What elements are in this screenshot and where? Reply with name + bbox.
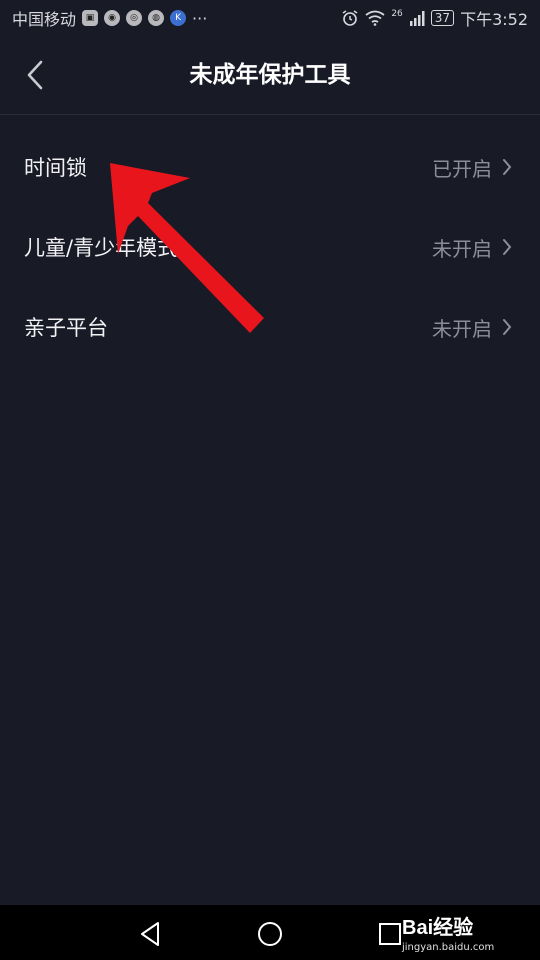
header: 未成年保护工具 bbox=[0, 36, 540, 115]
status-bar: 中国移动 ▣ ◉ ◎ ◍ K ··· 26 37 下午3:52 bbox=[0, 0, 540, 36]
chevron-right-icon bbox=[503, 319, 512, 335]
app-icon: K bbox=[170, 10, 187, 26]
music-icon: ◍ bbox=[148, 10, 165, 26]
network-type: 26 bbox=[391, 9, 403, 19]
signal-icon bbox=[409, 11, 425, 26]
status-right: 26 37 下午3:52 bbox=[341, 6, 528, 30]
weibo-icon: ◉ bbox=[104, 10, 121, 26]
more-notifications: ··· bbox=[192, 8, 208, 28]
menu-item-status: 已开启 bbox=[432, 156, 492, 181]
battery-icon: 37 bbox=[430, 10, 455, 26]
back-button[interactable] bbox=[20, 56, 50, 94]
home-circle-icon bbox=[258, 922, 282, 946]
back-triangle-icon bbox=[141, 922, 159, 946]
notification-app-icon: ▣ bbox=[82, 10, 99, 26]
system-nav-bar: Bai经验 jingyan.baidu.com bbox=[0, 905, 540, 960]
wifi-icon bbox=[365, 10, 385, 26]
menu-item-right: 未开启 bbox=[432, 313, 512, 342]
chevron-left-icon bbox=[27, 60, 43, 90]
alarm-icon bbox=[342, 10, 358, 26]
chevron-right-icon bbox=[503, 239, 512, 255]
page-title: 未成年保护工具 bbox=[189, 62, 351, 88]
menu-item-label: 儿童/青少年模式 bbox=[24, 236, 179, 260]
nav-back-button[interactable] bbox=[134, 917, 168, 951]
chevron-right-icon bbox=[503, 159, 512, 175]
clock: 下午3:52 bbox=[460, 10, 528, 29]
carrier-label: 中国移动 bbox=[12, 10, 77, 29]
menu-item-parent-platform[interactable]: 亲子平台 未开启 bbox=[0, 287, 540, 367]
menu-item-time-lock[interactable]: 时间锁 已开启 bbox=[0, 127, 540, 207]
menu-item-status: 未开启 bbox=[432, 316, 492, 341]
menu-item-label: 亲子平台 bbox=[24, 316, 108, 340]
menu-item-right: 未开启 bbox=[432, 233, 512, 262]
watermark-site: jingyan.baidu.com bbox=[402, 942, 495, 953]
nav-home-button[interactable] bbox=[253, 917, 287, 951]
settings-list: 时间锁 已开启 儿童/青少年模式 未开启 亲子平台 未开启 bbox=[0, 127, 540, 367]
watermark-logo: Bai经验 bbox=[402, 917, 474, 939]
status-left: 中国移动 ▣ ◉ ◎ ◍ K ··· bbox=[12, 6, 207, 30]
baidu-watermark: Bai经验 jingyan.baidu.com bbox=[402, 911, 512, 955]
menu-item-right: 已开启 bbox=[432, 153, 512, 182]
menu-item-youth-mode[interactable]: 儿童/青少年模式 未开启 bbox=[0, 207, 540, 287]
menu-item-label: 时间锁 bbox=[24, 156, 87, 180]
menu-item-status: 未开启 bbox=[432, 236, 492, 261]
netease-icon: ◎ bbox=[126, 10, 143, 26]
